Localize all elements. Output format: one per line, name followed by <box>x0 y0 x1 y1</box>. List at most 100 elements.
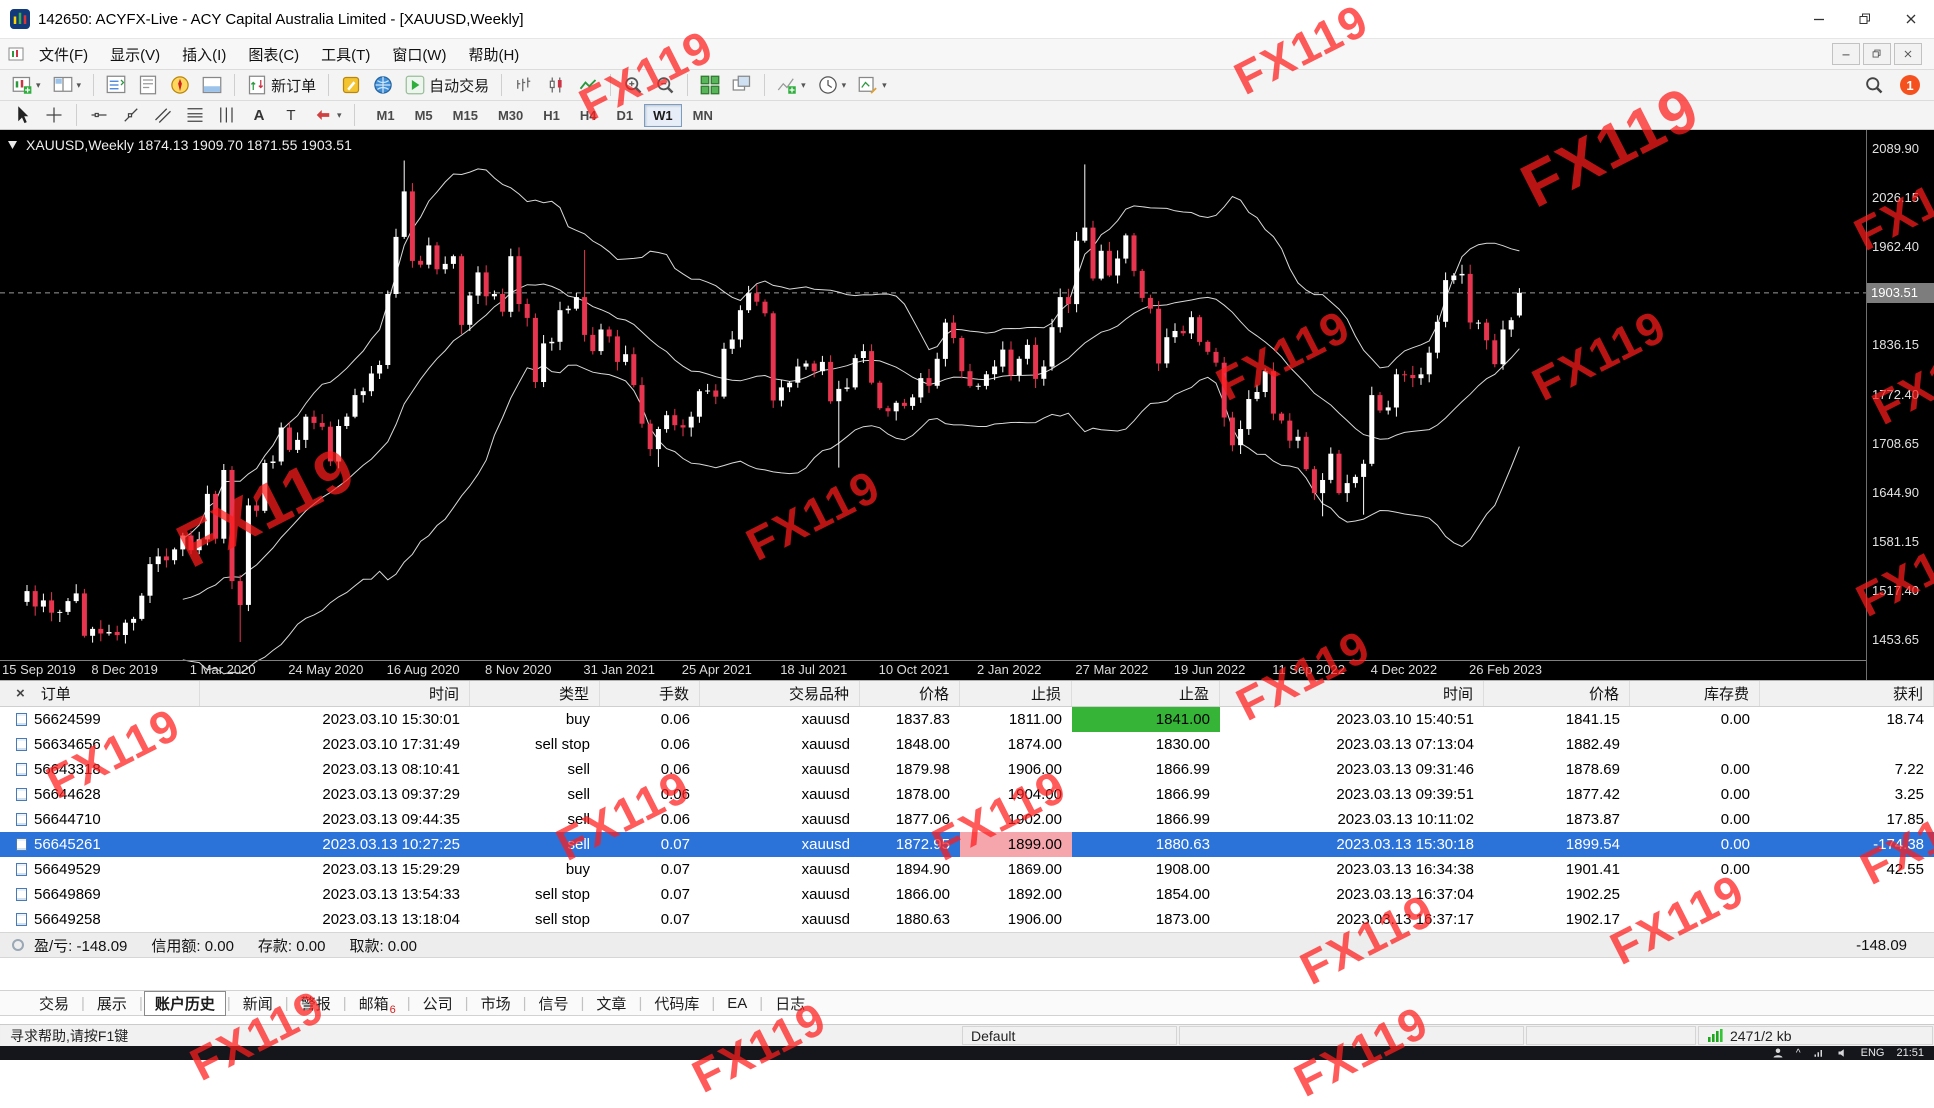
crosshair-button[interactable] <box>39 102 69 128</box>
speaker-icon[interactable] <box>1837 1047 1849 1059</box>
arrows-tool-button[interactable]: ▾ <box>308 102 347 128</box>
new-chart-button[interactable]: ▾ <box>7 72 46 98</box>
line-chart-button[interactable] <box>573 72 603 98</box>
candlestick-chart-button[interactable] <box>541 72 571 98</box>
tab-1[interactable]: 交易 <box>28 991 80 1016</box>
column-header-tp[interactable]: 止盈 <box>1072 681 1220 706</box>
terminal-button[interactable] <box>197 72 227 98</box>
tab-13[interactable]: 日志 <box>764 991 816 1016</box>
bar-chart-button[interactable] <box>509 72 539 98</box>
tab-9[interactable]: 信号 <box>528 991 580 1016</box>
tile-windows-button[interactable] <box>695 72 725 98</box>
timeframe-m5[interactable]: M5 <box>406 104 442 127</box>
market-watch-button[interactable] <box>101 72 131 98</box>
navigator-button[interactable] <box>165 72 195 98</box>
cascade-windows-button[interactable] <box>727 72 757 98</box>
cycle-lines-button[interactable] <box>212 102 242 128</box>
restore-button[interactable] <box>1842 0 1888 38</box>
child-minimize-button[interactable] <box>1832 43 1860 65</box>
column-header-symbol[interactable]: 交易品种 <box>700 681 860 706</box>
timeframe-d1[interactable]: D1 <box>608 104 643 127</box>
search-icon[interactable] <box>1859 72 1889 98</box>
column-header-sl[interactable]: 止损 <box>960 681 1072 706</box>
tray-clock[interactable]: 21:51 <box>1896 1047 1924 1059</box>
metaeditor-button[interactable] <box>336 72 366 98</box>
people-icon[interactable] <box>1772 1047 1784 1059</box>
text-tool-button[interactable]: A <box>244 102 274 128</box>
periods-button[interactable]: ▾ <box>813 72 852 98</box>
history-row-56624599[interactable]: 566245992023.03.10 15:30:01buy0.06xauusd… <box>0 707 1934 732</box>
tab-3[interactable]: 账户历史 <box>144 991 226 1016</box>
profiles-button[interactable]: ▾ <box>48 72 87 98</box>
templates-button[interactable]: ▾ <box>853 72 892 98</box>
new-order-button[interactable]: 新订单 <box>242 72 321 98</box>
fibonacci-button[interactable] <box>180 102 210 128</box>
tab-6[interactable]: 邮箱6 <box>348 991 406 1016</box>
column-header-time2[interactable]: 时间 <box>1220 681 1484 706</box>
timeframe-m15[interactable]: M15 <box>444 104 487 127</box>
column-header-type[interactable]: 类型 <box>470 681 600 706</box>
data-window-button[interactable] <box>133 72 163 98</box>
timeframe-h1[interactable]: H1 <box>534 104 569 127</box>
menu-item-2[interactable]: 插入(I) <box>171 41 237 68</box>
chart-plot[interactable] <box>0 130 1866 680</box>
child-restore-button[interactable] <box>1863 43 1891 65</box>
tab-7[interactable]: 公司 <box>412 991 464 1016</box>
history-row-56649258[interactable]: 566492582023.03.13 13:18:04sell stop0.07… <box>0 907 1934 932</box>
tab-8[interactable]: 市场 <box>470 991 522 1016</box>
equidistant-channel-button[interactable] <box>148 102 178 128</box>
tab-12[interactable]: EA <box>716 993 758 1014</box>
autotrading-button[interactable]: 自动交易 <box>400 72 494 98</box>
menu-item-6[interactable]: 帮助(H) <box>457 41 530 68</box>
history-row-56634656[interactable]: 566346562023.03.10 17:31:49sell stop0.06… <box>0 732 1934 757</box>
menu-item-1[interactable]: 显示(V) <box>99 41 171 68</box>
notification-badge[interactable]: 1 <box>1900 75 1920 95</box>
horizontal-line-button[interactable] <box>84 102 114 128</box>
column-header-price2[interactable]: 价格 <box>1484 681 1630 706</box>
network-icon[interactable] <box>1813 1047 1825 1059</box>
indicators-button[interactable]: ▾ <box>772 72 811 98</box>
candlestick-chart[interactable] <box>0 130 1866 680</box>
tab-2[interactable]: 展示 <box>86 991 138 1016</box>
timeframe-m1[interactable]: M1 <box>368 104 404 127</box>
windows-taskbar[interactable]: ^ ENG 21:51 <box>0 1046 1934 1060</box>
community-button[interactable] <box>368 72 398 98</box>
close-terminal-button[interactable]: × <box>14 685 27 702</box>
history-row-56649529[interactable]: 566495292023.03.13 15:29:29buy0.07xauusd… <box>0 857 1934 882</box>
status-profile[interactable]: Default <box>962 1026 1177 1045</box>
timeframe-mn[interactable]: MN <box>684 104 722 127</box>
tray-language[interactable]: ENG <box>1861 1047 1885 1059</box>
tab-4[interactable]: 新闻 <box>232 991 284 1016</box>
cursor-button[interactable] <box>7 102 37 128</box>
menu-item-3[interactable]: 图表(C) <box>237 41 310 68</box>
tab-5[interactable]: 警报 <box>290 991 342 1016</box>
tab-11[interactable]: 代码库 <box>643 991 710 1016</box>
status-connection[interactable]: 2471/2 kb <box>1698 1026 1933 1045</box>
column-header-price1[interactable]: 价格 <box>860 681 960 706</box>
price-axis[interactable]: 2089.902026.151962.401836.151772.401708.… <box>1866 130 1934 680</box>
column-header-order[interactable]: ×订单 <box>0 681 200 706</box>
history-row-56643318[interactable]: 566433182023.03.13 08:10:41sell0.06xauus… <box>0 757 1934 782</box>
timeframe-w1[interactable]: W1 <box>644 104 682 127</box>
history-row-56644628[interactable]: 566446282023.03.13 09:37:29sell0.06xauus… <box>0 782 1934 807</box>
zoom-in-button[interactable] <box>618 72 648 98</box>
child-close-button[interactable] <box>1894 43 1922 65</box>
column-header-profit[interactable]: 获利 <box>1760 681 1934 706</box>
timeframe-m30[interactable]: M30 <box>489 104 532 127</box>
trendline-button[interactable] <box>116 102 146 128</box>
column-header-swap[interactable]: 库存费 <box>1630 681 1760 706</box>
chart-window[interactable]: XAUUSD,Weekly 1874.13 1909.70 1871.55 19… <box>0 130 1934 680</box>
menu-item-4[interactable]: 工具(T) <box>310 41 381 68</box>
timeframe-h4[interactable]: H4 <box>571 104 606 127</box>
tray-chevron-icon[interactable]: ^ <box>1796 1048 1801 1059</box>
close-button[interactable] <box>1888 0 1934 38</box>
zoom-out-button[interactable] <box>650 72 680 98</box>
history-row-56649869[interactable]: 566498692023.03.13 13:54:33sell stop0.07… <box>0 882 1934 907</box>
history-row-56644710[interactable]: 566447102023.03.13 09:44:35sell0.06xauus… <box>0 807 1934 832</box>
column-header-time1[interactable]: 时间 <box>200 681 470 706</box>
history-row-56645261[interactable]: 566452612023.03.13 10:27:25sell0.07xauus… <box>0 832 1934 857</box>
text-label-button[interactable]: T <box>276 102 306 128</box>
column-header-lots[interactable]: 手数 <box>600 681 700 706</box>
menu-item-5[interactable]: 窗口(W) <box>381 41 457 68</box>
minimize-button[interactable] <box>1796 0 1842 38</box>
